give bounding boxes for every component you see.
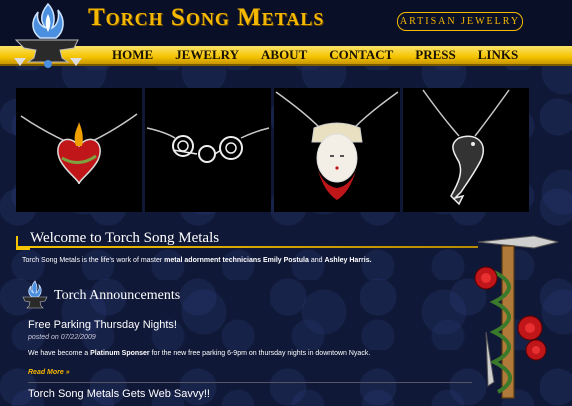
gallery-roses-necklace[interactable]	[145, 88, 271, 212]
artisan-jewelry-badge: ARTISAN JEWELRY	[397, 12, 523, 31]
nav-contact[interactable]: CONTACT	[329, 46, 393, 64]
welcome-heading: Welcome to Torch Song Metals	[30, 230, 220, 246]
welcome-divider	[18, 246, 478, 248]
post-body-suffix: for the new free parking 6-9pm on thursd…	[149, 350, 371, 357]
announcements-heading: Torch Announcements	[54, 288, 181, 303]
post-body-prefix: We have become a	[28, 350, 91, 357]
jewelry-gallery	[16, 88, 529, 212]
gallery-geisha-pendant[interactable]	[274, 88, 400, 212]
post-body-bold: Platinum Sponser	[90, 350, 150, 357]
intro-names-1: metal adornment technicians Emily Postul…	[164, 257, 309, 264]
site-title[interactable]: Torch Song Metals	[88, 4, 324, 32]
nav-jewelry[interactable]: JEWELRY	[175, 46, 239, 64]
post-date: posted on 07/22/2009	[28, 334, 96, 341]
post-divider	[28, 382, 472, 383]
nav-links[interactable]: LINKS	[478, 46, 518, 64]
post-title[interactable]: Free Parking Thursday Nights!	[28, 319, 177, 331]
intro-prefix: Torch Song Metals is the life's work of …	[22, 257, 165, 264]
intro-mid: and	[308, 257, 325, 264]
anvil-flame-logo-icon[interactable]	[8, 2, 88, 72]
anvil-flame-small-icon	[22, 280, 48, 309]
nav-about[interactable]: ABOUT	[261, 46, 307, 64]
post-title-2[interactable]: Torch Song Metals Gets Web Savvy!!	[28, 388, 210, 400]
torch-hammer-roses-icon	[474, 235, 559, 399]
nav-press[interactable]: PRESS	[415, 46, 455, 64]
post-body: We have become a Platinum Sponser for th…	[28, 350, 370, 357]
intro-names-2: Ashley Harris.	[324, 257, 372, 264]
roses-necklace-icon	[146, 127, 270, 163]
read-more-link[interactable]: Read More »	[28, 369, 70, 376]
intro-text: Torch Song Metals is the life's work of …	[22, 257, 372, 264]
nav-home[interactable]: HOME	[112, 46, 153, 64]
koi-pendant-icon	[422, 89, 510, 206]
geisha-pendant-icon	[275, 91, 399, 200]
heart-pendant-icon	[20, 113, 138, 185]
gallery-heart-pendant[interactable]	[16, 88, 142, 212]
gallery-koi-pendant[interactable]	[403, 88, 529, 212]
